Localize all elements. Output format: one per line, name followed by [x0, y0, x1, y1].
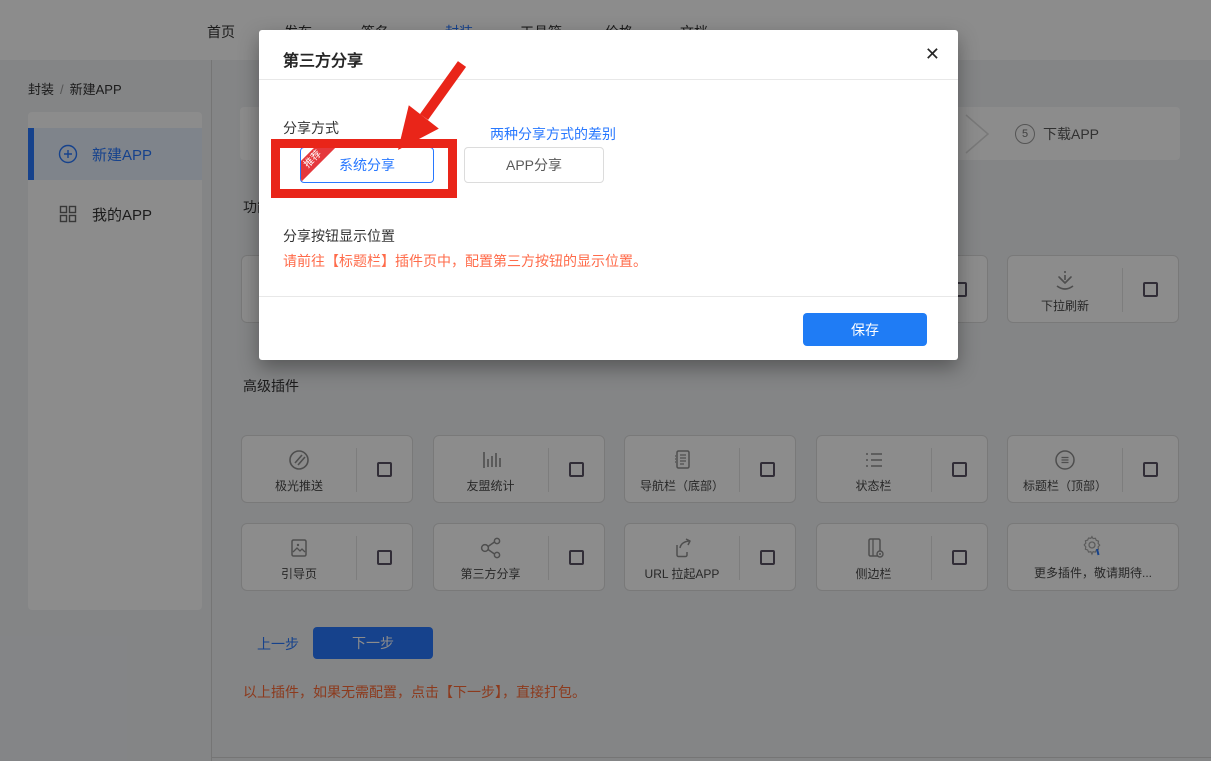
close-icon[interactable]: ✕	[925, 44, 940, 65]
app-share-label: APP分享	[506, 155, 562, 175]
third-party-share-modal: 第三方分享 ✕ 分享方式 两种分享方式的差别 推荐 系统分享 APP分享 分享按…	[259, 30, 958, 360]
system-share-label: 系统分享	[339, 155, 395, 175]
recommend-ribbon: 推荐	[300, 147, 340, 183]
share-position-label: 分享按钮显示位置	[283, 226, 395, 246]
modal-title: 第三方分享	[283, 47, 363, 71]
share-method-label: 分享方式	[283, 118, 339, 138]
modal-header-divider	[259, 79, 958, 80]
modal-footer-divider	[259, 296, 958, 297]
app-packaging-page: 首页 发布 签名 封装 工具箱 价格 文档 封装/新建APP 新建APP 我的A…	[0, 0, 1211, 761]
save-button[interactable]: 保存	[803, 313, 927, 346]
share-position-note: 请前往【标题栏】插件页中，配置第三方按钮的显示位置。	[283, 251, 647, 271]
share-diff-link[interactable]: 两种分享方式的差别	[490, 124, 616, 144]
app-share-button[interactable]: APP分享	[464, 147, 604, 183]
system-share-button[interactable]: 推荐 系统分享	[300, 147, 434, 183]
